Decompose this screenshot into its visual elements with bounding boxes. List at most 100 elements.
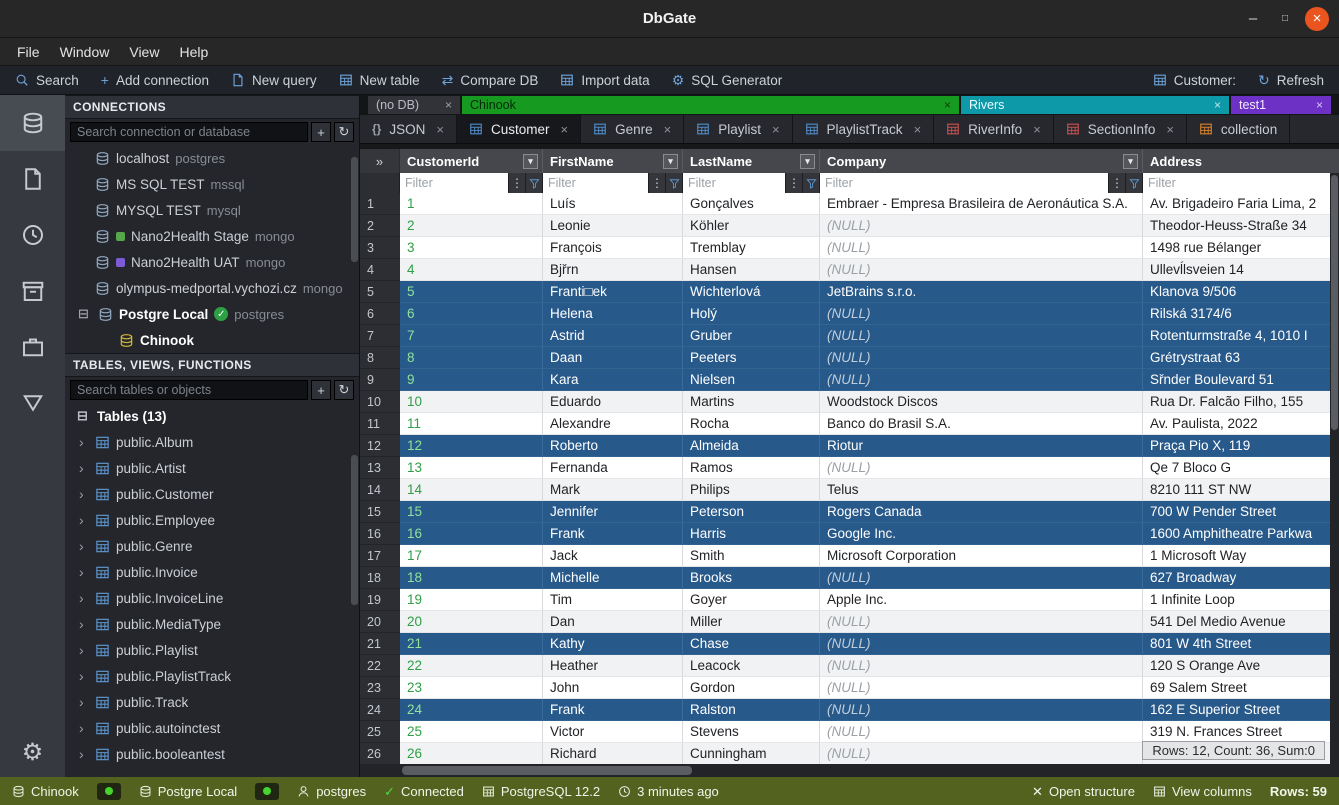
db-tab-test1[interactable]: test1× xyxy=(1231,96,1331,114)
column-dropdown-icon[interactable]: ▾ xyxy=(1123,154,1138,169)
close-tab-icon[interactable]: × xyxy=(1166,122,1174,137)
close-tab-icon[interactable]: × xyxy=(664,122,672,137)
cell[interactable]: 8210 111 ST NW xyxy=(1143,479,1339,501)
cell[interactable]: 162 E Superior Street xyxy=(1143,699,1339,721)
toolbar-import-data[interactable]: Import data xyxy=(549,66,660,94)
tab-sectioninfo[interactable]: SectionInfo× xyxy=(1054,115,1187,143)
chevron-right-icon[interactable]: › xyxy=(79,668,89,684)
cell[interactable]: Rilská 3174/6 xyxy=(1143,303,1339,325)
cell[interactable]: Roberto xyxy=(543,435,683,457)
row-number[interactable]: 12 xyxy=(360,435,400,457)
cell[interactable]: 2 xyxy=(400,215,543,237)
filter-input-company[interactable] xyxy=(820,173,1108,193)
status-chinook[interactable]: Chinook xyxy=(12,784,79,799)
chevron-right-icon[interactable]: › xyxy=(79,616,89,632)
chevron-right-icon[interactable]: › xyxy=(79,694,89,710)
cell[interactable]: Tremblay xyxy=(683,237,820,259)
cell[interactable]: 3 xyxy=(400,237,543,259)
cell[interactable]: 120 S Orange Ave xyxy=(1143,655,1339,677)
close-tab-icon[interactable]: × xyxy=(772,122,780,137)
tables-group-row[interactable]: ⊟ Tables (13) xyxy=(65,403,359,429)
close-tab-icon[interactable]: × xyxy=(560,122,568,137)
tab-playlist[interactable]: Playlist× xyxy=(684,115,792,143)
cell[interactable]: 1600 Amphitheatre Parkwa xyxy=(1143,523,1339,545)
add-connection-icon-button[interactable]: + xyxy=(311,122,331,142)
cell[interactable]: Google Inc. xyxy=(820,523,1143,545)
cell[interactable]: Microsoft Corporation xyxy=(820,545,1143,567)
cell[interactable]: Eduardo xyxy=(543,391,683,413)
cell[interactable]: Brooks xyxy=(683,567,820,589)
cell[interactable]: Rogers Canada xyxy=(820,501,1143,523)
cell[interactable]: 7 xyxy=(400,325,543,347)
chevron-right-icon[interactable]: › xyxy=(79,460,89,476)
cell[interactable]: John xyxy=(543,677,683,699)
column-header-company[interactable]: Company▾ xyxy=(820,149,1143,173)
cell[interactable]: 1 xyxy=(400,193,543,215)
cell[interactable]: Hansen xyxy=(683,259,820,281)
cell[interactable]: (NULL) xyxy=(820,699,1143,721)
cell[interactable]: (NULL) xyxy=(820,259,1143,281)
cell[interactable]: Riotur xyxy=(820,435,1143,457)
settings-gear-icon[interactable]: ⚙ xyxy=(22,738,44,767)
chevron-right-icon[interactable]: › xyxy=(79,590,89,606)
filter-input-lastname[interactable] xyxy=(683,173,785,193)
toolbar-customer[interactable]: Customer: xyxy=(1142,66,1247,94)
chevron-right-icon[interactable]: › xyxy=(79,538,89,554)
table-public-invoiceline[interactable]: ›public.InvoiceLine xyxy=(65,585,359,611)
connection-postgre-local[interactable]: ⊟Postgre Local✓postgres xyxy=(65,301,359,327)
cell[interactable]: Kara xyxy=(543,369,683,391)
tab-riverinfo[interactable]: RiverInfo× xyxy=(934,115,1054,143)
chevron-right-icon[interactable]: › xyxy=(79,642,89,658)
cell[interactable]: (NULL) xyxy=(820,721,1143,743)
table-public-employee[interactable]: ›public.Employee xyxy=(65,507,359,533)
close-tab-icon[interactable]: × xyxy=(1316,98,1323,112)
table-public-autoinctest[interactable]: ›public.autoinctest xyxy=(65,715,359,741)
cell[interactable]: (NULL) xyxy=(820,633,1143,655)
cell[interactable]: 1 Infinite Loop xyxy=(1143,589,1339,611)
filter-menu-button[interactable]: ⋮ xyxy=(508,173,525,193)
connection-mysql-test[interactable]: MYSQL TESTmysql xyxy=(65,197,359,223)
cell[interactable]: 5 xyxy=(400,281,543,303)
cell[interactable]: 10 xyxy=(400,391,543,413)
row-number[interactable]: 22 xyxy=(360,655,400,677)
cell[interactable]: (NULL) xyxy=(820,325,1143,347)
column-dropdown-icon[interactable]: ▾ xyxy=(663,154,678,169)
cell[interactable]: Banco do Brasil S.A. xyxy=(820,413,1143,435)
sidebar-scrollbar-thumb[interactable] xyxy=(351,455,358,605)
tab-json[interactable]: {}JSON× xyxy=(360,115,457,143)
row-number[interactable]: 15 xyxy=(360,501,400,523)
row-number[interactable]: 11 xyxy=(360,413,400,435)
row-number[interactable]: 1 xyxy=(360,193,400,215)
row-number[interactable]: 25 xyxy=(360,721,400,743)
table-public-customer[interactable]: ›public.Customer xyxy=(65,481,359,507)
cell[interactable]: (NULL) xyxy=(820,567,1143,589)
db-tab-chinook[interactable]: Chinook× xyxy=(462,96,959,114)
cell[interactable]: (NULL) xyxy=(820,457,1143,479)
chevron-right-icon[interactable]: › xyxy=(79,746,89,762)
table-public-genre[interactable]: ›public.Genre xyxy=(65,533,359,559)
cell[interactable]: Frank xyxy=(543,699,683,721)
grid-corner-expand[interactable]: » xyxy=(360,149,400,173)
cell[interactable]: 69 Salem Street xyxy=(1143,677,1339,699)
cell[interactable]: Apple Inc. xyxy=(820,589,1143,611)
close-tab-icon[interactable]: × xyxy=(436,122,444,137)
filter-input-address[interactable] xyxy=(1143,173,1339,193)
cell[interactable]: Peterson xyxy=(683,501,820,523)
cell[interactable]: (NULL) xyxy=(820,611,1143,633)
cell[interactable]: Martins xyxy=(683,391,820,413)
cell[interactable]: (NULL) xyxy=(820,303,1143,325)
cell[interactable]: Grétrystraat 63 xyxy=(1143,347,1339,369)
row-number[interactable]: 13 xyxy=(360,457,400,479)
cell[interactable]: Frank xyxy=(543,523,683,545)
row-number[interactable]: 9 xyxy=(360,369,400,391)
toolbar-search[interactable]: Search xyxy=(4,66,90,94)
db-tab-rivers[interactable]: Rivers× xyxy=(961,96,1229,114)
row-number[interactable]: 10 xyxy=(360,391,400,413)
row-number[interactable]: 5 xyxy=(360,281,400,303)
cell[interactable]: (NULL) xyxy=(820,743,1143,764)
connection-chinook[interactable]: Chinook xyxy=(65,327,359,353)
maximize-button[interactable]: □ xyxy=(1273,7,1297,31)
close-button[interactable]: × xyxy=(1305,7,1329,31)
rail-plugins[interactable] xyxy=(0,319,65,375)
cell[interactable]: (NULL) xyxy=(820,215,1143,237)
